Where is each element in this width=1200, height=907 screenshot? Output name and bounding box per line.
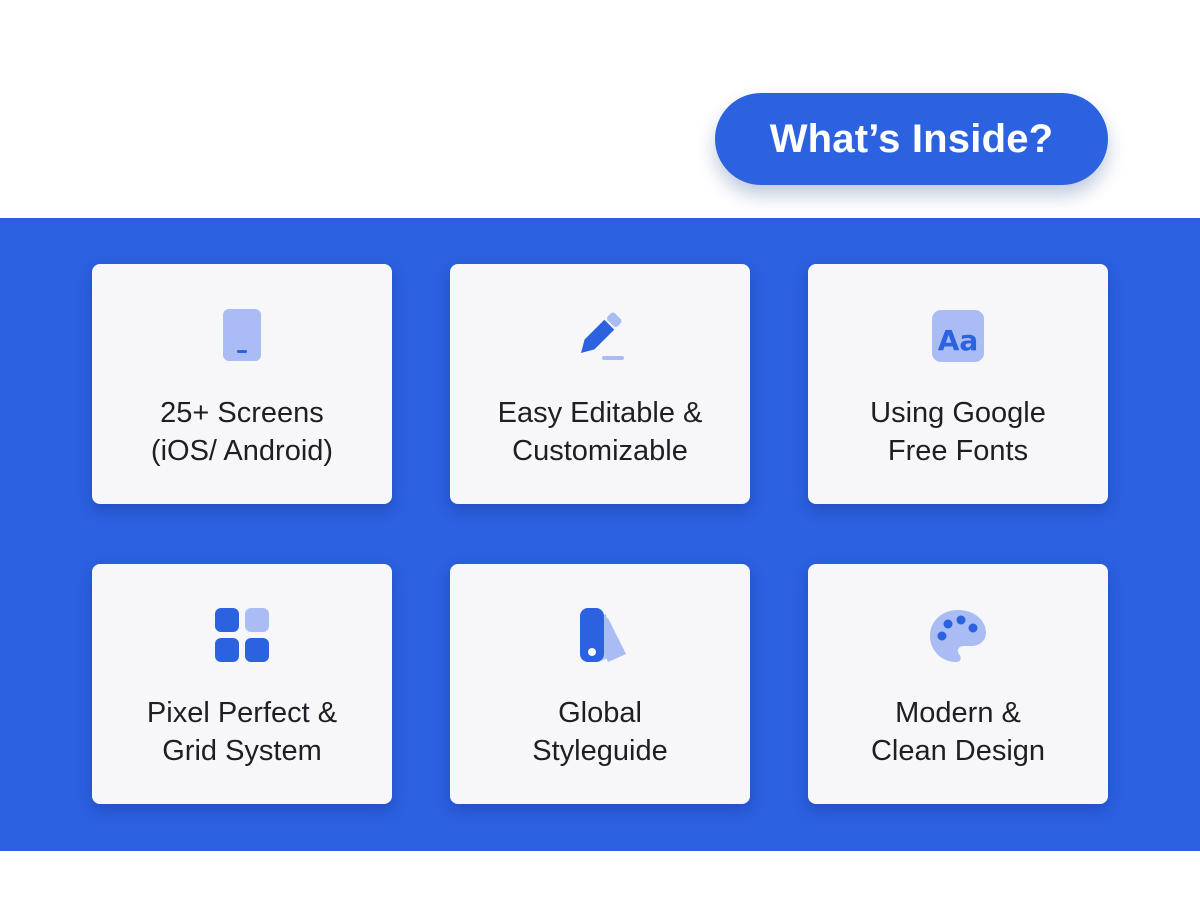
feature-label-line: Easy Editable & (497, 397, 703, 429)
feature-label-line: Customizable (512, 435, 688, 467)
feature-label: Modern & Clean Design (808, 694, 1108, 770)
feature-label: Easy Editable & Customizable (450, 394, 750, 470)
feature-label-line: Styleguide (532, 735, 668, 767)
feature-label-line: Pixel Perfect & (146, 697, 338, 729)
feature-label: Pixel Perfect & Grid System (92, 694, 392, 770)
feature-label-line: (iOS/ Android) (150, 435, 334, 467)
whats-inside-badge: What’s Inside? (715, 93, 1108, 185)
feature-card-editable: Easy Editable & Customizable (450, 264, 750, 504)
feature-label: Global Styleguide (450, 694, 750, 770)
feature-card-screens: 25+ Screens (iOS/ Android) (92, 264, 392, 504)
grid-icon (210, 606, 274, 670)
feature-label-line: Global (558, 697, 642, 729)
feature-label: Using Google Free Fonts (808, 394, 1108, 470)
feature-label-line: Modern & (895, 697, 1021, 729)
feature-label-line: 25+ Screens (160, 397, 324, 429)
font-aa-glyph: Aa (938, 324, 979, 357)
feature-card-design: Modern & Clean Design (808, 564, 1108, 804)
feature-card-styleguide: Global Styleguide (450, 564, 750, 804)
feature-label-line: Grid System (162, 735, 322, 767)
feature-label-line: Free Fonts (887, 435, 1029, 467)
color-swatch-icon (568, 606, 632, 670)
feature-label: 25+ Screens (iOS/ Android) (92, 394, 392, 470)
mobile-phone-icon (210, 306, 274, 370)
palette-icon (926, 606, 990, 670)
feature-card-fonts: Aa Using Google Free Fonts (808, 264, 1108, 504)
pencil-edit-icon (568, 306, 632, 370)
section-title: What’s Inside? (769, 116, 1054, 161)
feature-card-grid: Pixel Perfect & Grid System (92, 564, 392, 804)
feature-label-line: Using Google (870, 397, 1046, 429)
feature-label-line: Clean Design (870, 735, 1046, 767)
font-aa-icon: Aa (926, 306, 990, 370)
